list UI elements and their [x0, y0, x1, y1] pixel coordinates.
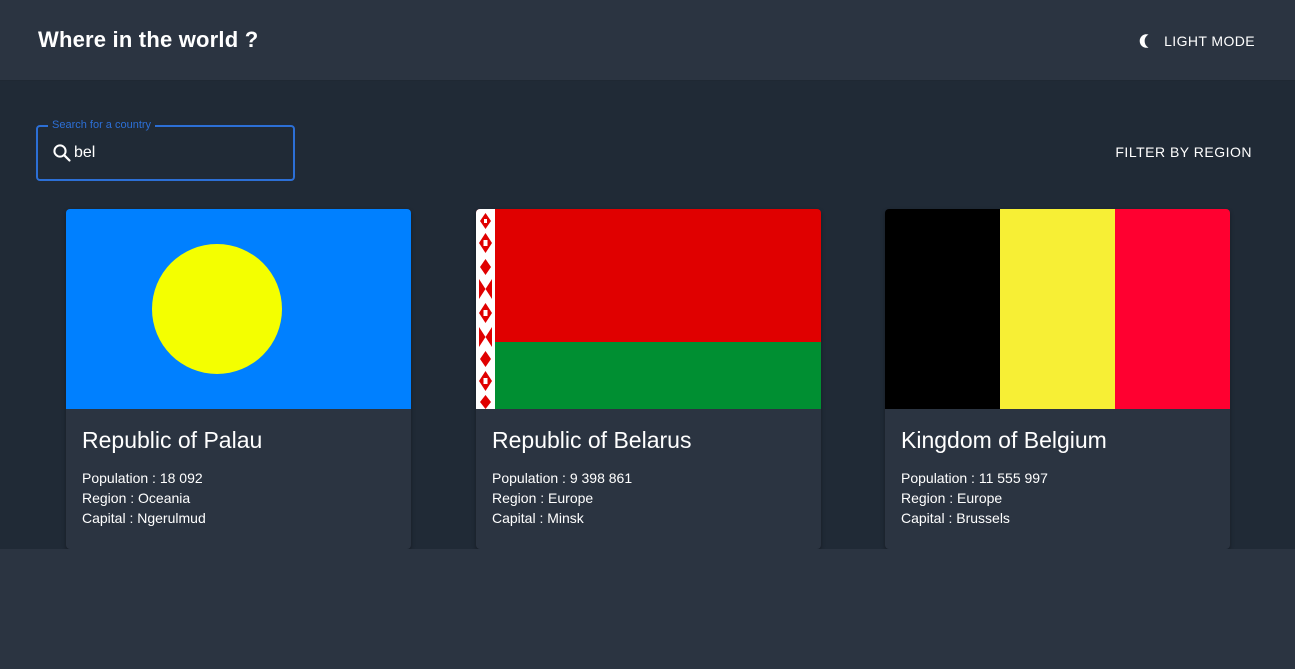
- region-value: Oceania: [138, 490, 191, 506]
- population-line: Population : 9 398 861: [492, 468, 805, 488]
- country-card-list: Republic of Palau Population : 18 092 Re…: [0, 209, 1295, 549]
- capital-value: Brussels: [956, 510, 1010, 526]
- region-label: Region :: [901, 490, 954, 506]
- app-header: Where in the world ? LIGHT MODE: [0, 0, 1295, 81]
- population-value: 11 555 997: [978, 470, 1048, 486]
- population-label: Population :: [901, 470, 975, 486]
- population-value: 18 092: [159, 470, 203, 486]
- belarus-flag: [476, 209, 821, 409]
- region-value: Europe: [957, 490, 1003, 506]
- country-card-body: Republic of Belarus Population : 9 398 8…: [492, 425, 805, 528]
- capital-label: Capital :: [901, 510, 953, 526]
- country-card[interactable]: Republic of Palau Population : 18 092 Re…: [66, 209, 411, 549]
- country-card-body: Republic of Palau Population : 18 092 Re…: [82, 425, 395, 528]
- region-line: Region : Europe: [901, 488, 1214, 508]
- app-title: Where in the world ?: [38, 27, 259, 52]
- population-line: Population : 11 555 997: [901, 468, 1214, 488]
- capital-line: Capital : Ngerulmud: [82, 508, 395, 528]
- population-label: Population :: [82, 470, 156, 486]
- theme-toggle-button[interactable]: LIGHT MODE: [1138, 30, 1255, 52]
- country-card-body: Kingdom of Belgium Population : 11 555 9…: [901, 425, 1214, 528]
- search-field[interactable]: Search for a country: [36, 118, 295, 181]
- country-name: Republic of Palau: [82, 427, 263, 453]
- capital-line: Capital : Brussels: [901, 508, 1214, 528]
- search-legend: Search for a country: [48, 118, 156, 132]
- population-value: 9 398 861: [569, 470, 633, 486]
- capital-line: Capital : Minsk: [492, 508, 805, 528]
- country-name: Republic of Belarus: [492, 427, 692, 453]
- search-icon: [53, 144, 71, 162]
- region-line: Region : Europe: [492, 488, 805, 508]
- country-card[interactable]: Republic of Belarus Population : 9 398 8…: [476, 209, 821, 549]
- moon-icon: [1139, 34, 1149, 48]
- region-label: Region :: [492, 490, 545, 506]
- region-line: Region : Oceania: [82, 488, 395, 508]
- app-root: Where in the world ? LIGHT MODE Search f…: [0, 0, 1295, 669]
- belgium-flag: [885, 209, 1230, 409]
- capital-value: Ngerulmud: [137, 510, 206, 526]
- population-line: Population : 18 092: [82, 468, 395, 488]
- search-input[interactable]: [74, 139, 284, 167]
- capital-value: Minsk: [547, 510, 584, 526]
- population-label: Population :: [492, 470, 566, 486]
- country-card[interactable]: Kingdom of Belgium Population : 11 555 9…: [885, 209, 1230, 549]
- country-name: Kingdom of Belgium: [901, 427, 1107, 453]
- theme-toggle-label: LIGHT MODE: [1164, 33, 1255, 49]
- page-background-footer: [0, 549, 1295, 669]
- capital-label: Capital :: [82, 510, 134, 526]
- palau-flag: [66, 209, 411, 409]
- region-label: Region :: [82, 490, 135, 506]
- region-value: Europe: [548, 490, 594, 506]
- capital-label: Capital :: [492, 510, 544, 526]
- main-content: Search for a country FILTER BY REGION Re…: [0, 81, 1295, 549]
- filter-by-region-button[interactable]: FILTER BY REGION: [1115, 144, 1252, 160]
